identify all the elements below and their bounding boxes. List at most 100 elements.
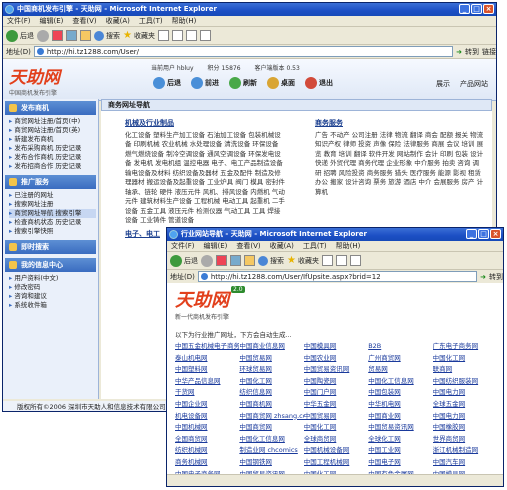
sidebar-item[interactable]: 新建发布商机 [9,135,96,144]
site-link[interactable]: 广东电子商务网 [433,341,497,352]
site-link[interactable]: 中国工程机械网 [304,457,368,468]
site-link[interactable]: 中国化工网 [433,353,497,364]
nav-product-site[interactable]: 产品网站 [460,79,488,89]
site-link[interactable]: 中国商业信息网 [239,341,303,352]
address-input[interactable]: http://hi.tz1288.com/User/IfUpsite.aspx?… [197,271,478,282]
links-label[interactable]: 链接 [482,47,496,57]
site-link[interactable]: 中国五金机械电子商务网 [175,341,239,352]
category-links[interactable]: 化工设备 塑料生产加工设备 石油加工设备 包装机械设备 印刷机械 农业机械 水处… [125,131,285,226]
sidebar-item[interactable]: 已注册的网址 [9,191,96,200]
site-link[interactable]: 商务机械网 [175,457,239,468]
menu-file[interactable]: 文件(F) [171,241,195,251]
site-link[interactable]: 中国贸易资讯网 [304,364,368,375]
search-button[interactable]: 搜索 [258,254,284,268]
nav-desktop[interactable]: 桌面 [267,77,295,89]
site-link[interactable]: 全球化工网 [368,434,432,445]
site-link[interactable]: 中国化工信息网 [239,434,303,445]
sidebar-item[interactable]: 搜索网址注册 [9,200,96,209]
site-link[interactable]: 纺织机械网 [175,445,239,456]
site-link[interactable]: B2B [368,341,432,352]
site-link[interactable]: 中国汽车网 [433,457,497,468]
site-link[interactable]: 泰山机电网 [175,353,239,364]
site-link[interactable]: 机电设备网 [175,411,239,422]
sidebar-item[interactable]: 搜索引擎快照 [9,227,96,236]
search-button[interactable]: 搜索 [94,29,120,43]
go-button[interactable]: 转到 [465,47,479,57]
forward-button[interactable] [37,29,49,43]
site-link[interactable]: 中华产品信息网 [175,376,239,387]
site-link[interactable]: 中国机械网 [175,422,239,433]
site-link[interactable]: 中国电力网 [433,411,497,422]
minimize-button[interactable]: _ [459,4,470,14]
nav-back[interactable]: 后退 [153,77,181,89]
mail-icon[interactable] [335,255,347,266]
go-arrow-icon[interactable]: ➜ [480,273,486,281]
print-icon[interactable] [185,30,197,41]
sidebar-item[interactable]: 系统收件箱 [9,301,96,310]
site-link[interactable]: 联商网 [433,364,497,375]
site-link[interactable]: 中国农业网 [304,353,368,364]
menu-file[interactable]: 文件(F) [7,16,31,26]
site-link[interactable]: 全球商贸网 [304,434,368,445]
menu-tools[interactable]: 工具(T) [303,241,327,251]
mail-icon[interactable] [171,30,183,41]
edit-icon[interactable] [199,30,211,41]
site-link[interactable]: 中国电子网 [368,457,432,468]
refresh-icon[interactable] [66,30,77,41]
history-icon[interactable] [157,30,169,41]
site-link[interactable]: 中国机械设备网 [304,445,368,456]
menu-favorites[interactable]: 收藏(A) [270,241,294,251]
forward-button[interactable] [201,254,213,268]
menu-help[interactable]: 帮助(H) [172,16,197,26]
back-button[interactable]: 后退 [170,254,198,268]
nav-forward[interactable]: 前进 [191,77,219,89]
favorites-button[interactable]: ★ 收藏夹 [287,254,319,268]
category-title[interactable]: 机械及行业制品 [125,119,285,129]
go-button[interactable]: 转到 [489,272,503,282]
category-title[interactable]: 商务服务 [315,119,485,129]
section-title[interactable]: 推广服务 [5,175,96,189]
menu-edit[interactable]: 编辑(E) [204,241,228,251]
site-link[interactable]: 中国门户网 [304,387,368,398]
site-link[interactable]: 中国钢铁网 [239,457,303,468]
sidebar-item[interactable]: 商贸网址注册/首页(中) [9,117,96,126]
site-link[interactable]: 中华机电网 [368,399,432,410]
stop-icon[interactable] [52,30,63,41]
site-link[interactable]: 中国化工信息网 [368,376,432,387]
site-link[interactable]: 中国商机网 [239,399,303,410]
menu-view[interactable]: 查看(V) [236,241,260,251]
favorites-button[interactable]: ★ 收藏夹 [123,29,155,43]
site-link[interactable]: 全国商贸网 [175,434,239,445]
site-link[interactable]: 中国商贸网 zhsang.com [239,411,303,422]
site-link[interactable]: 中国模具网 [304,341,368,352]
close-button[interactable]: × [483,4,494,14]
home-icon[interactable] [80,30,91,41]
section-title[interactable]: 我的信息中心 [5,258,96,272]
sidebar-item-active[interactable]: 商贸网址导航 搜索引擎 [9,209,96,218]
nav-show[interactable]: 展示 [436,79,450,89]
site-link[interactable]: 中国化工网 [304,422,368,433]
site-link[interactable]: 中国化工网 [239,376,303,387]
site-link[interactable]: 制造业网 chcomics [239,445,303,456]
menu-tools[interactable]: 工具(T) [139,16,163,26]
site-link[interactable]: 中国商业网 [368,411,432,422]
site-link[interactable]: 中国商贸网 [239,422,303,433]
go-arrow-icon[interactable]: ➜ [456,48,462,56]
sidebar-item[interactable]: 发布招商合作 历史记录 [9,162,96,171]
site-link[interactable]: 浙江机械制造网 [433,445,497,456]
address-input[interactable]: http://hi.tz1288.com/User/ [33,46,454,57]
site-link[interactable]: 纺织信息网 [239,387,303,398]
site-link[interactable]: 广州商贸网 [368,353,432,364]
site-link[interactable]: 中国电力网 [433,387,497,398]
site-link[interactable]: 世界商贸网 [433,434,497,445]
section-title[interactable]: 即时搜索 [5,240,96,254]
site-link[interactable]: 中国塑料网 [175,364,239,375]
sidebar-item[interactable]: 修改密码 [9,283,96,292]
menu-edit[interactable]: 编辑(E) [40,16,64,26]
site-link[interactable]: 环球贸易网 [239,364,303,375]
back-button[interactable]: 后退 [6,29,34,43]
maximize-button[interactable]: □ [471,4,482,14]
site-link[interactable]: 中国工业网 [368,445,432,456]
maximize-button[interactable]: □ [478,229,489,239]
refresh-icon[interactable] [230,255,241,266]
